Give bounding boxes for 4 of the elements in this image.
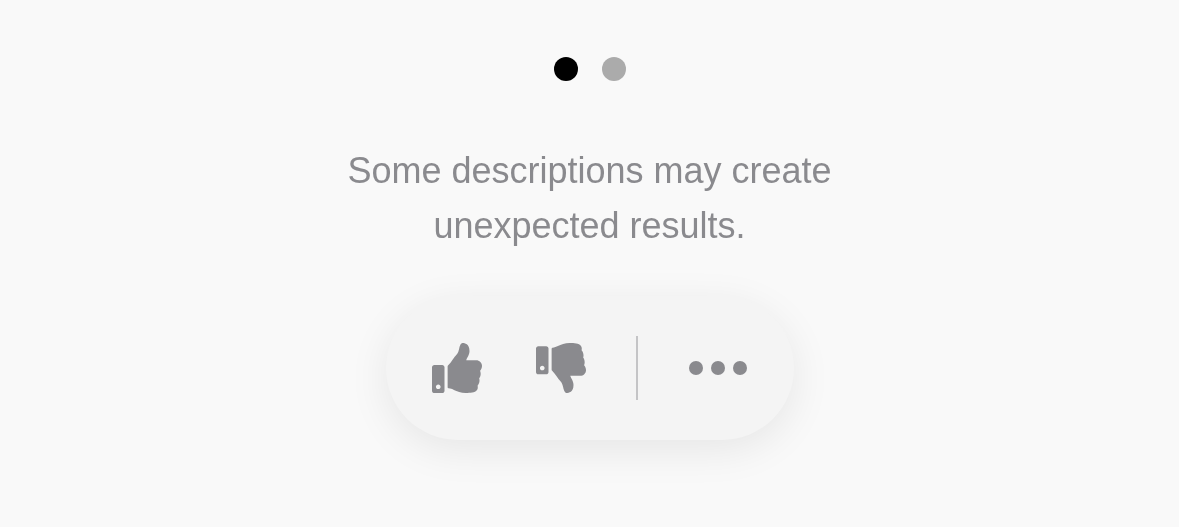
message-text: Some descriptions may create unexpected results. (346, 149, 833, 248)
thumbs-up-icon (431, 343, 482, 393)
thumbs-down-icon (535, 343, 586, 393)
ellipsis-icon (687, 360, 748, 376)
